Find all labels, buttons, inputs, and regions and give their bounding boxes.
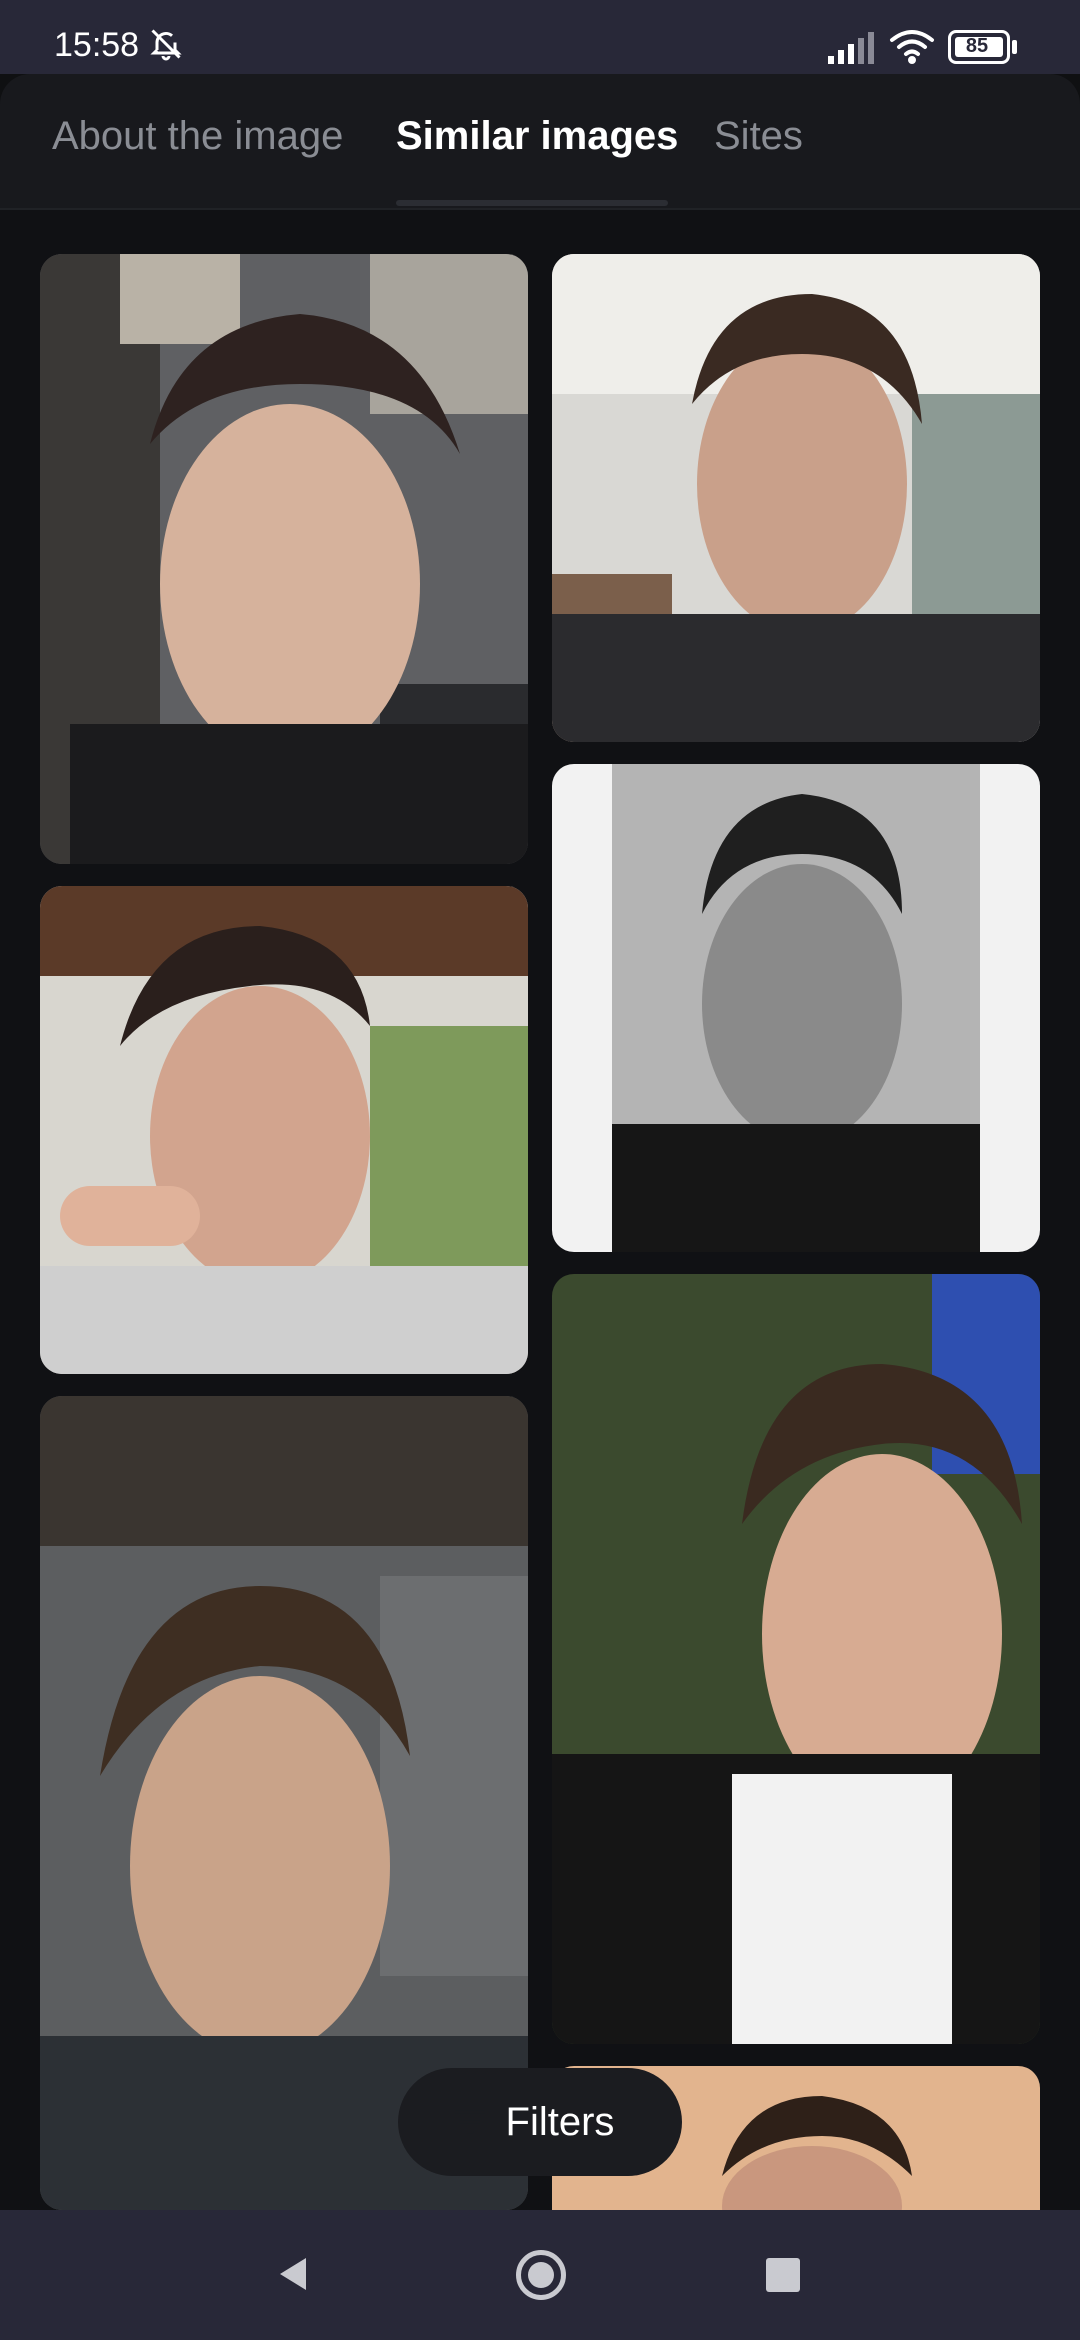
back-icon[interactable] — [274, 2254, 314, 2294]
results-sheet: About the image Similar images Sites — [0, 74, 1080, 2210]
tab-about-the-image[interactable]: About the image — [52, 114, 343, 159]
status-bar: 15:58 85 — [0, 0, 1080, 74]
wifi-icon — [890, 30, 934, 64]
filters-button[interactable]: Filters — [398, 2068, 682, 2176]
similar-image-4[interactable] — [40, 886, 528, 1374]
tab-sites[interactable]: Sites — [714, 114, 803, 159]
signal-icon — [828, 32, 874, 64]
filter-icon — [455, 2110, 485, 2134]
filters-label: Filters — [505, 2099, 615, 2144]
battery-icon: 85 — [948, 30, 1018, 64]
similar-image-1[interactable] — [40, 254, 528, 864]
active-tab-indicator — [396, 200, 668, 206]
tab-bar: About the image Similar images Sites — [0, 74, 1080, 210]
system-navigation-bar — [0, 2210, 1080, 2340]
similar-image-3[interactable] — [552, 764, 1040, 1252]
battery-level: 85 — [965, 35, 989, 57]
bell-off-icon — [150, 29, 182, 61]
home-icon[interactable] — [516, 2250, 566, 2300]
status-time: 15:58 — [54, 26, 140, 64]
tab-similar-images[interactable]: Similar images — [396, 114, 678, 159]
similar-image-5[interactable] — [552, 1274, 1040, 2044]
similar-image-2[interactable] — [552, 254, 1040, 742]
recents-icon[interactable] — [766, 2258, 800, 2292]
